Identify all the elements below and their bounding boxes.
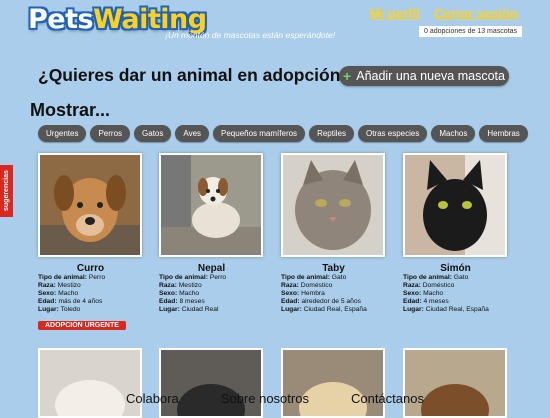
add-pet-label: Añadir una nueva mascota: [356, 69, 505, 83]
pet-card[interactable]: Taby Tipo de animal: Gato Raza: Doméstic…: [281, 153, 386, 314]
footer-about-link[interactable]: Sobre nosotros: [221, 391, 309, 406]
pet-card[interactable]: Curro Tipo de animal: Perro Raza: Mestiz…: [38, 153, 143, 332]
pet-card[interactable]: Simón Tipo de animal: Gato Raza: Domésti…: [403, 153, 508, 314]
tagline: ¡Un montón de mascotas están esperándote…: [165, 30, 336, 40]
pet-photo[interactable]: [281, 153, 385, 257]
plus-icon: +: [343, 68, 352, 84]
filter-birds[interactable]: Aves: [175, 125, 210, 142]
pet-name[interactable]: Curro: [38, 263, 143, 274]
adoption-question: ¿Quieres dar un animal en adopción?: [38, 65, 352, 85]
urgent-badge: ADOPCIÓN URGENTE: [38, 321, 126, 330]
pet-photo[interactable]: [403, 153, 507, 257]
filter-small-mammals[interactable]: Pequeños mamíferos: [213, 125, 306, 142]
pet-photo[interactable]: [281, 348, 385, 418]
suggestions-tab[interactable]: sugerencias: [0, 165, 13, 217]
footer: Colabora Sobre nosotros Contáctanos: [0, 391, 550, 406]
filter-cats[interactable]: Gatos: [134, 125, 172, 142]
pet-photo[interactable]: [38, 348, 142, 418]
pet-name[interactable]: Nepal: [159, 263, 264, 274]
profile-link[interactable]: Mi perfil: [370, 6, 420, 21]
pet-name[interactable]: Simón: [403, 263, 508, 274]
pet-photo[interactable]: [159, 153, 263, 257]
pet-photo[interactable]: [159, 348, 263, 418]
filter-dogs[interactable]: Perros: [90, 125, 131, 142]
pet-name[interactable]: Taby: [281, 263, 386, 274]
filter-reptiles[interactable]: Reptiles: [309, 125, 354, 142]
pet-card[interactable]: Nepal Tipo de animal: Perro Raza: Mestiz…: [159, 153, 264, 314]
pet-info: Tipo de animal: Perro Raza: Mestizo Sexo…: [38, 274, 106, 313]
filter-females[interactable]: Hembras: [479, 125, 528, 142]
pet-info: Tipo de animal: Gato Raza: Doméstico Sex…: [281, 274, 367, 313]
footer-contact-link[interactable]: Contáctanos: [351, 391, 424, 406]
logout-link[interactable]: Cerrar sesión: [434, 6, 518, 21]
filter-bar: Urgentes Perros Gatos Aves Pequeños mamí…: [38, 125, 528, 142]
adoption-counter: 0 adopciones de 13 mascotas: [418, 26, 522, 37]
show-heading: Mostrar...: [30, 100, 111, 120]
pet-info: Tipo de animal: Perro Raza: Mestizo Sexo…: [159, 274, 227, 313]
footer-colabora-link[interactable]: Colabora: [126, 391, 179, 406]
pet-photo[interactable]: [38, 153, 142, 257]
filter-other[interactable]: Otras especies: [357, 125, 428, 142]
filter-urgent[interactable]: Urgentes: [38, 125, 87, 142]
top-nav: Mi perfil Cerrar sesión: [360, 5, 518, 23]
pet-info: Tipo de animal: Gato Raza: Doméstico Sex…: [403, 274, 489, 313]
filter-males[interactable]: Machos: [431, 125, 476, 142]
pet-photo[interactable]: [403, 348, 507, 418]
add-pet-button[interactable]: + Añadir una nueva mascota: [339, 66, 509, 86]
